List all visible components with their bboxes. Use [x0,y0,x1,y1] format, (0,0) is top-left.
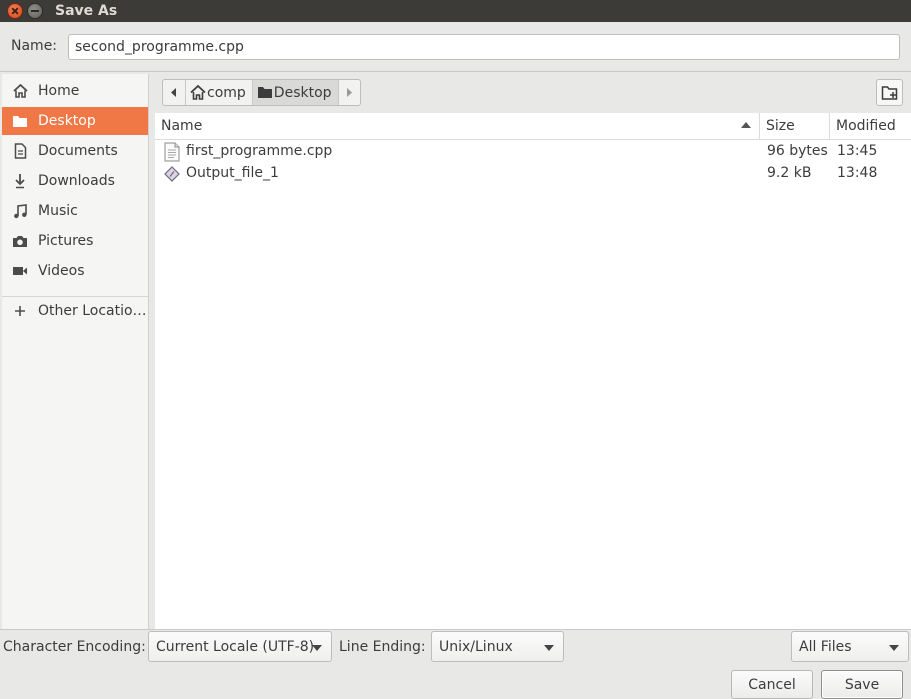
line-ending-value: Unix/Linux [439,638,513,655]
window-title: Save As [55,3,118,19]
file-list: Name Size Modified first_programme.cpp 9… [155,113,911,629]
sidebar-item-label: Music [38,203,78,219]
path-forward-arrow[interactable] [337,80,360,105]
file-filter-value: All Files [799,638,852,655]
folder-icon [257,86,273,99]
chevron-down-icon [544,645,554,651]
sidebar-item-other-locations[interactable]: Other Locatio… [2,297,148,325]
path-segment-label: Desktop [273,84,332,101]
chevron-right-icon [347,88,353,97]
sidebar-item-label: Videos [38,263,85,279]
sidebar-item-downloads[interactable]: Downloads [2,167,148,195]
file-row[interactable]: first_programme.cpp 96 bytes 13:45 [155,141,911,163]
line-ending-label: Line Ending: [339,639,426,655]
file-size: 9.2 kB [767,165,812,181]
new-folder-button[interactable] [876,79,903,106]
name-row: Name: [0,22,911,72]
chevron-down-icon [312,645,322,651]
encoding-select[interactable]: Current Locale (UTF-8) [148,631,332,662]
column-header-modified[interactable]: Modified [830,113,911,140]
places-sidebar: Home Desktop Documents Downloads Music P… [2,74,149,629]
file-row[interactable]: Output_file_1 9.2 kB 13:48 [155,163,911,185]
encoding-label: Character Encoding: [3,639,146,655]
close-window-button[interactable] [7,3,23,19]
column-header-label: Name [161,118,203,134]
column-header-label: Modified [836,118,896,134]
path-bar: comp Desktop [162,79,361,106]
sidebar-item-label: Desktop [38,113,96,129]
music-icon [12,203,28,219]
column-header-size[interactable]: Size [760,113,830,140]
file-filter-select[interactable]: All Files [791,631,909,662]
file-modified: 13:48 [837,165,878,181]
sidebar-item-pictures[interactable]: Pictures [2,227,148,255]
text-file-icon [164,142,180,162]
save-button[interactable]: Save [821,670,903,699]
home-icon [190,85,206,100]
sidebar-item-music[interactable]: Music [2,197,148,225]
path-segment-home[interactable]: comp [185,80,252,105]
sidebar-item-documents[interactable]: Documents [2,137,148,165]
path-back-arrow[interactable] [163,80,185,105]
video-icon [12,263,28,279]
sort-ascending-icon [741,122,751,128]
new-folder-icon [881,85,897,100]
document-icon [12,143,28,159]
chevron-left-icon [171,88,176,97]
encoding-value: Current Locale (UTF-8) [156,638,315,655]
file-modified: 13:45 [837,143,878,159]
file-name: first_programme.cpp [186,143,333,159]
cancel-button[interactable]: Cancel [731,670,813,699]
file-name: Output_file_1 [186,165,279,181]
plus-icon [12,303,28,319]
dialog-footer: Character Encoding: Current Locale (UTF-… [0,629,911,699]
line-ending-select[interactable]: Unix/Linux [431,631,564,662]
folder-icon [12,113,28,129]
column-header-label: Size [766,118,795,134]
sidebar-item-home[interactable]: Home [2,77,148,105]
camera-icon [12,233,28,249]
sidebar-item-label: Downloads [38,173,115,189]
sidebar-item-label: Other Locatio… [38,303,147,319]
sidebar-item-desktop[interactable]: Desktop [2,107,148,135]
executable-icon [164,166,180,182]
name-label: Name: [11,38,58,54]
minimize-window-button[interactable] [27,3,43,19]
home-icon [12,83,28,99]
chevron-down-icon [889,645,899,651]
sidebar-item-label: Home [38,83,80,99]
path-segment-label: comp [207,84,246,101]
path-segment-desktop[interactable]: Desktop [251,80,338,105]
title-bar: Save As [0,0,911,22]
sidebar-item-label: Pictures [38,233,94,249]
sidebar-item-label: Documents [38,143,118,159]
download-icon [12,173,28,189]
column-header-name[interactable]: Name [155,113,760,140]
filename-input[interactable] [68,34,900,60]
file-size: 96 bytes [767,143,828,159]
sidebar-item-videos[interactable]: Videos [2,257,148,285]
